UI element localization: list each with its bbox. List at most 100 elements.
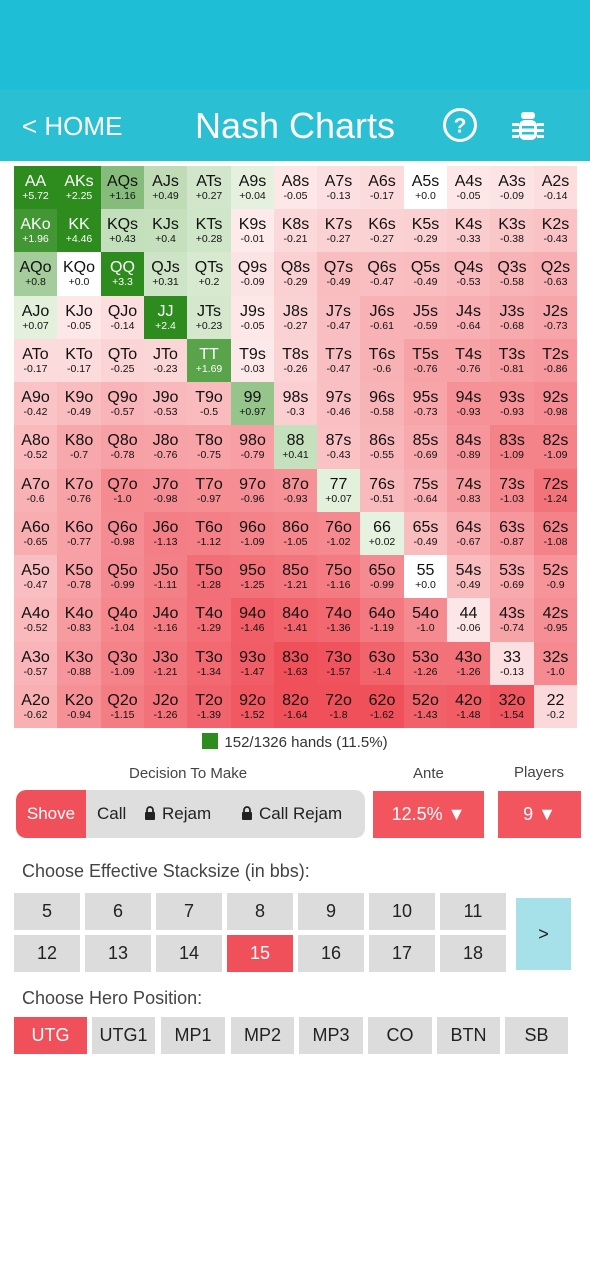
hand-label: 33 (503, 649, 521, 666)
hand-label: 88 (286, 432, 305, 449)
hand-cell: A6o -0.65 (14, 512, 57, 555)
position-button[interactable]: MP3 (299, 1017, 363, 1054)
stacksize-button[interactable]: 16 (298, 935, 364, 972)
stacksize-button[interactable]: 10 (369, 893, 435, 930)
stacksize-button[interactable]: 18 (440, 935, 506, 972)
hand-ev-value: -0.76 (153, 449, 178, 461)
hand-label: A4s (454, 173, 483, 190)
hand-label: 73s (499, 476, 525, 493)
position-button[interactable]: UTG1 (92, 1017, 155, 1054)
hand-label: 75s (412, 476, 439, 493)
hand-label: 96s (369, 389, 395, 406)
hand-ev-value: -1.34 (197, 666, 221, 678)
hand-cell: Q9o -0.57 (101, 382, 144, 425)
hand-cell: T9o -0.5 (187, 382, 231, 425)
decision-call-rejam[interactable]: Call Rejam (241, 790, 342, 838)
hand-cell: AA +5.72 (14, 166, 57, 209)
hand-cell: 64o -1.19 (360, 598, 404, 642)
hand-label: Q2o (107, 692, 138, 709)
stacksize-button[interactable]: 14 (156, 935, 222, 972)
hand-cell: 87s -0.43 (317, 425, 360, 469)
hand-label: T5o (195, 562, 223, 579)
hand-cell: 75o -1.16 (317, 555, 360, 598)
hand-label: J7o (152, 476, 179, 493)
position-button[interactable]: MP2 (231, 1017, 294, 1054)
hand-cell: T3o -1.34 (187, 642, 231, 685)
hand-label: J6s (369, 303, 395, 320)
hand-cell: A9s +0.04 (231, 166, 274, 209)
hand-label: A4o (21, 605, 50, 622)
hand-ev-value: -0.89 (456, 449, 481, 461)
hand-label: 32s (542, 649, 569, 666)
hand-ev-value: +0.49 (152, 190, 179, 202)
hand-ev-value: -1.0 (416, 622, 435, 634)
stacksize-button[interactable]: 17 (369, 935, 435, 972)
hand-label: 55 (416, 562, 435, 579)
hand-label: K9o (64, 389, 94, 406)
hand-cell: J9s -0.05 (231, 296, 274, 339)
hand-label: 93s (499, 389, 525, 406)
hand-ev-value: -1.48 (456, 709, 481, 721)
hand-cell: K7o -0.76 (57, 469, 101, 512)
position-button[interactable]: CO (368, 1017, 432, 1054)
stacksize-button[interactable]: 13 (85, 935, 151, 972)
hand-cell: T3s -0.81 (490, 339, 534, 382)
stacksize-button[interactable]: 6 (85, 893, 151, 930)
hand-ev-value: -0.2 (546, 709, 565, 721)
stacksize-next-button[interactable]: > (516, 898, 571, 970)
bug-icon[interactable] (510, 107, 546, 143)
hand-label: J2o (152, 692, 179, 709)
stacksize-button[interactable]: 5 (14, 893, 80, 930)
hand-ev-value: +0.0 (415, 579, 436, 591)
hand-cell: 92s -0.98 (534, 382, 577, 425)
hand-label: Q6o (107, 519, 138, 536)
hand-ev-value: -1.57 (326, 666, 351, 678)
status-bar (0, 0, 590, 89)
hand-ev-value: -1.09 (110, 666, 135, 678)
hand-ev-value: -0.95 (543, 622, 568, 634)
hand-label: AQo (19, 259, 52, 276)
hand-label: Q5o (107, 562, 138, 579)
svg-text:?: ? (454, 115, 467, 138)
hand-ev-value: -0.29 (283, 276, 308, 288)
hand-label: 64o (368, 605, 396, 622)
hand-label: 66 (373, 519, 391, 536)
hand-cell: QTo -0.25 (101, 339, 144, 382)
stacksize-button[interactable]: 8 (227, 893, 293, 930)
hand-label: 52o (412, 692, 439, 709)
hand-cell: A7s -0.13 (317, 166, 360, 209)
position-button[interactable]: BTN (437, 1017, 500, 1054)
stacksize-button[interactable]: 12 (14, 935, 80, 972)
hand-cell: K4s -0.33 (447, 209, 490, 252)
hand-ev-value: -1.46 (240, 622, 265, 634)
hand-cell: A5o -0.47 (14, 555, 57, 598)
hand-label: 86s (369, 432, 395, 449)
hand-label: 97o (239, 476, 266, 493)
hand-label: K9s (238, 216, 267, 233)
stacksize-button[interactable]: 7 (156, 893, 222, 930)
position-button[interactable]: MP1 (161, 1017, 225, 1054)
hand-cell: Q4s -0.53 (447, 252, 490, 296)
stacksize-button[interactable]: 11 (440, 893, 506, 930)
hand-ev-value: -0.03 (240, 363, 265, 375)
hand-label: T8o (195, 432, 223, 449)
stacksize-button[interactable]: 9 (298, 893, 364, 930)
players-dropdown[interactable]: 9 ▼ (498, 791, 581, 838)
hand-ev-value: -1.21 (153, 666, 178, 678)
decision-shove[interactable]: Shove (16, 790, 86, 838)
decision-rejam[interactable]: Rejam (144, 790, 211, 838)
decision-call[interactable]: Call (97, 790, 126, 838)
legend-swatch (202, 733, 219, 749)
stacksize-button[interactable]: 15 (227, 935, 293, 972)
hand-ev-value: -1.28 (197, 579, 221, 591)
hand-cell: T8o -0.75 (187, 425, 231, 469)
help-circle-icon[interactable]: ? (442, 107, 478, 143)
hand-cell: A4s -0.05 (447, 166, 490, 209)
hand-label: 74s (455, 476, 482, 493)
ante-dropdown[interactable]: 12.5% ▼ (373, 791, 484, 838)
hand-label: T7o (195, 476, 223, 493)
hand-cell: 93s -0.93 (490, 382, 534, 425)
hand-ev-value: -0.96 (240, 493, 265, 505)
position-button[interactable]: UTG (14, 1017, 87, 1054)
position-button[interactable]: SB (505, 1017, 568, 1054)
